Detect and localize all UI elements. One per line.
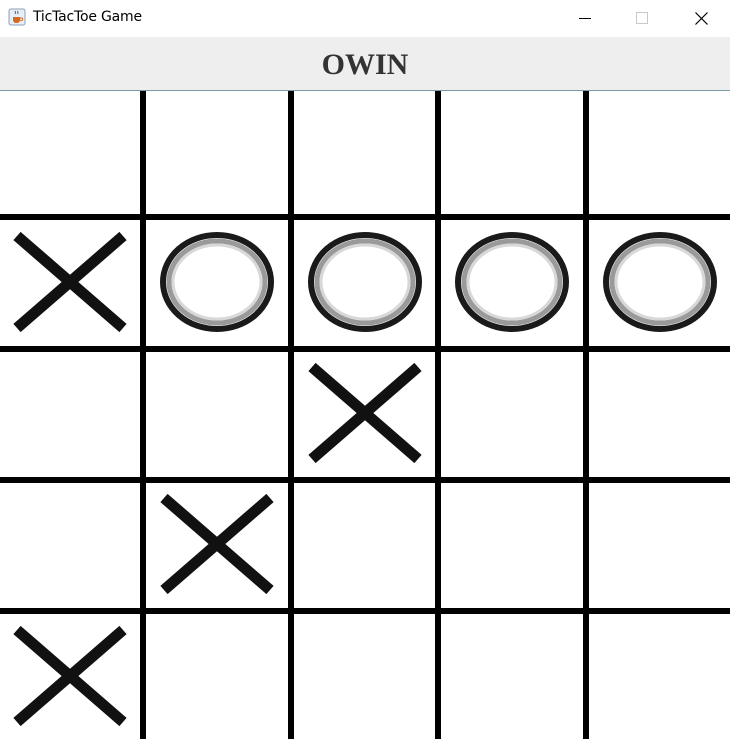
board-cell-r3-c2[interactable] <box>146 353 288 477</box>
o-mark-icon <box>601 230 719 339</box>
board-cell-r3-c1[interactable] <box>0 353 140 477</box>
x-mark-icon <box>11 624 129 733</box>
grid-line-horizontal <box>0 477 730 483</box>
title-bar[interactable]: TicTacToe Game <box>0 0 730 37</box>
java-cup-icon <box>8 8 26 26</box>
game-board <box>0 90 730 739</box>
close-icon <box>694 11 708 25</box>
board-cell-r3-c3[interactable] <box>294 353 435 477</box>
board-cell-r4-c3[interactable] <box>294 485 435 608</box>
board-cell-r1-c4[interactable] <box>441 91 583 214</box>
board-cell-r4-c4[interactable] <box>441 485 583 608</box>
status-header: OWIN <box>0 37 730 90</box>
board-cell-r5-c2[interactable] <box>146 616 288 739</box>
board-cell-r1-c3[interactable] <box>294 91 435 214</box>
board-cell-r4-c2[interactable] <box>146 485 288 608</box>
board-cell-r5-c1[interactable] <box>0 616 140 739</box>
game-status: OWIN <box>321 47 409 81</box>
board-cell-r4-c5[interactable] <box>589 485 730 608</box>
board-cell-r1-c2[interactable] <box>146 91 288 214</box>
o-mark-icon <box>453 230 571 339</box>
x-mark-icon <box>306 361 424 470</box>
board-cell-r3-c5[interactable] <box>589 353 730 477</box>
minimize-button[interactable] <box>556 0 614 36</box>
x-mark-icon <box>11 230 129 339</box>
board-cell-r4-c1[interactable] <box>0 485 140 608</box>
close-button[interactable] <box>672 0 730 36</box>
maximize-icon <box>636 12 648 24</box>
board-cell-r5-c3[interactable] <box>294 616 435 739</box>
window-title: TicTacToe Game <box>33 9 142 25</box>
minimize-icon <box>579 18 591 19</box>
x-mark-icon <box>158 492 276 601</box>
o-mark-icon <box>158 230 276 339</box>
board-cell-r2-c1[interactable] <box>0 222 140 346</box>
grid-line-horizontal <box>0 214 730 220</box>
grid-line-horizontal <box>0 346 730 352</box>
board-cell-r2-c5[interactable] <box>589 222 730 346</box>
board-cell-r2-c2[interactable] <box>146 222 288 346</box>
board-cell-r2-c3[interactable] <box>294 222 435 346</box>
board-cell-r5-c4[interactable] <box>441 616 583 739</box>
o-mark-icon <box>306 230 424 339</box>
board-cell-r5-c5[interactable] <box>589 616 730 739</box>
board-cell-r3-c4[interactable] <box>441 353 583 477</box>
maximize-button[interactable] <box>613 0 671 36</box>
board-cell-r1-c1[interactable] <box>0 91 140 214</box>
board-cell-r1-c5[interactable] <box>589 91 730 214</box>
board-cell-r2-c4[interactable] <box>441 222 583 346</box>
grid-line-horizontal <box>0 608 730 614</box>
